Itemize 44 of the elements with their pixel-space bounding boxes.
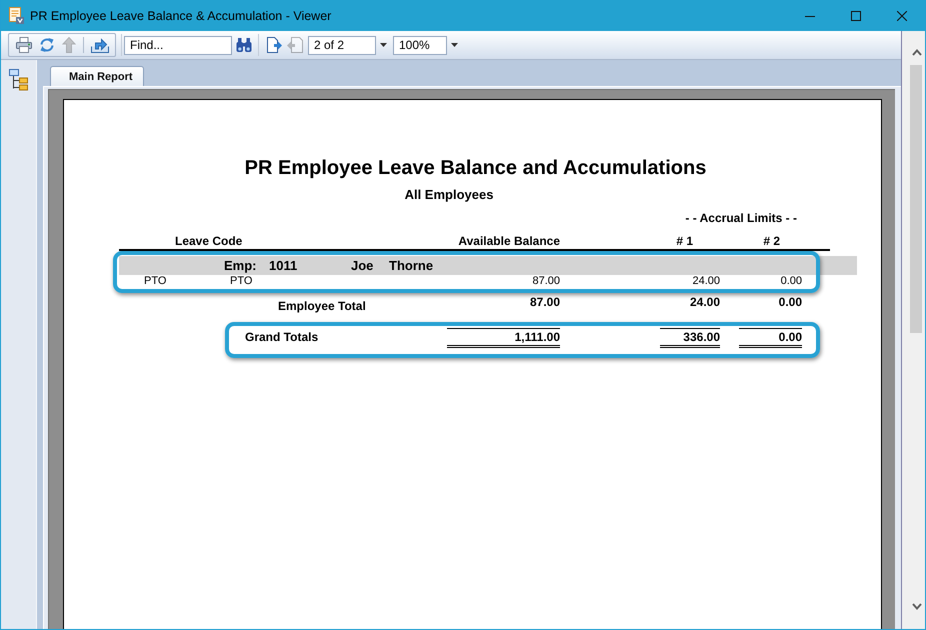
page-arrow-icon[interactable] [266,37,282,53]
printer-icon[interactable] [16,37,32,53]
employee-total-label: Employee Total [278,298,366,314]
limit-cell: 0.00 [780,275,802,288]
employee-id: 1011 [269,257,298,275]
window-title: PR Employee Leave Balance & Accumulation - Viewer [30,8,332,22]
grand-total-value: 0.00 [739,328,802,348]
grand-total-value: 336.00 [660,328,720,348]
binoculars-icon[interactable] [236,37,252,53]
tree-view-icon[interactable] [9,69,28,91]
total-value: 87.00 [530,295,560,311]
balance-cell: 87.00 [532,275,560,288]
leave-description-cell: PTO [230,275,252,288]
close-icon[interactable] [897,10,907,20]
find-field[interactable]: Find... [124,36,232,54]
zoom-field[interactable]: 100% [393,36,447,54]
column-group-heading: - - Accrual Limits - - [685,211,797,226]
employee-last-name: Thorne [389,257,434,275]
caret-icon[interactable] [380,43,387,47]
tab[interactable]: Main Report [50,66,144,86]
column-heading: Leave Code [175,234,242,249]
page-field[interactable]: 2 of 2 [308,36,376,54]
leave-code-cell: PTO [144,275,166,288]
grand-total-value: 1,111.00 [447,328,560,348]
column-heading: # 2 [763,234,780,249]
total-value: 0.00 [778,295,802,311]
report-subtitle: All Employees [404,187,494,203]
limit-cell: 24.00 [692,275,720,288]
refresh-icon[interactable] [39,37,55,53]
maximize-icon[interactable] [851,10,861,20]
column-heading: Available Balance [458,234,560,249]
grand-total-label: Grand Totals [245,329,318,345]
employee-first-name: Joe [351,257,374,275]
column-heading: # 1 [676,234,693,249]
report-title: PR Employee Leave Balance and Accumulations [244,156,708,180]
scrollbar-thumb[interactable] [910,65,922,333]
total-value: 24.00 [690,295,720,311]
chevron-up-icon[interactable] [912,49,922,56]
export-icon[interactable] [91,37,109,53]
report-icon [8,7,24,24]
chevron-down-icon[interactable] [912,603,922,610]
scrollbar[interactable] [901,31,925,629]
caret-icon[interactable] [451,43,458,47]
employee-label: Emp: [224,257,256,275]
